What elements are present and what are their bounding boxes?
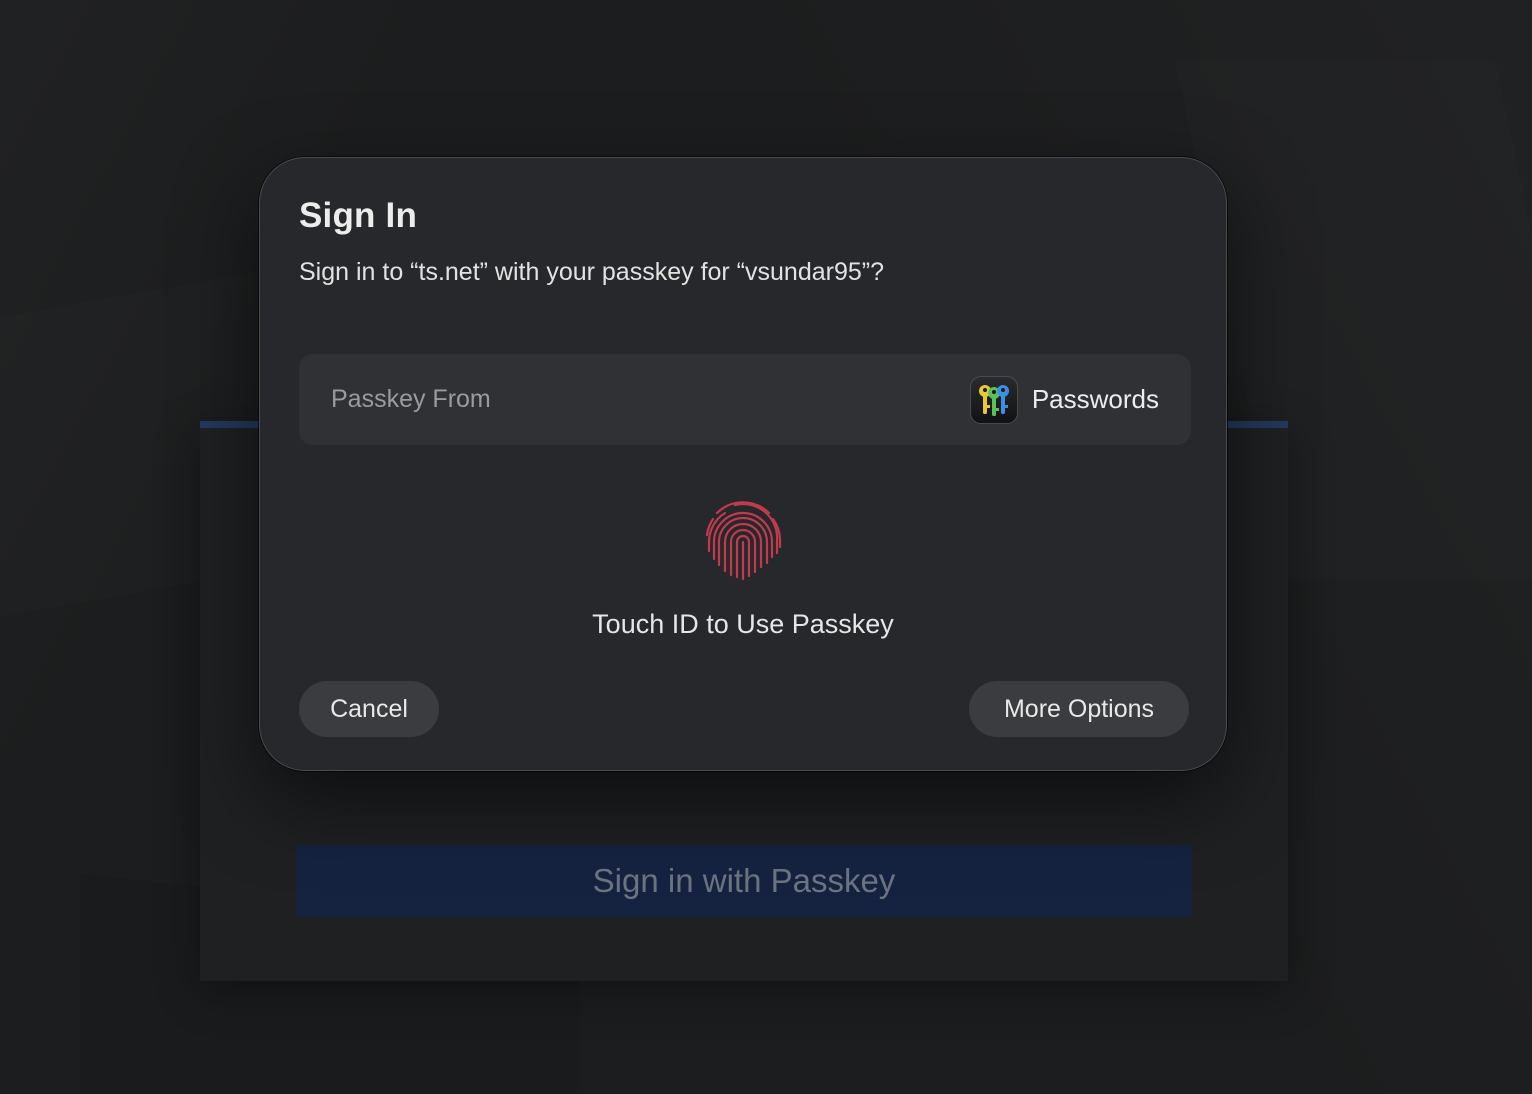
passkey-sign-in-dialog: Sign In Sign in to “ts.net” with your pa… (259, 157, 1227, 771)
passwords-keys-icon (969, 375, 1018, 424)
passkey-source-selector[interactable]: Passkey From Passwords (299, 354, 1191, 445)
more-options-button[interactable]: More Options (969, 681, 1189, 737)
cancel-button[interactable]: Cancel (299, 681, 439, 737)
passkey-source-app-name: Passwords (1031, 384, 1159, 414)
touch-id-label: Touch ID to Use Passkey (592, 609, 894, 639)
dialog-title: Sign In (299, 196, 418, 235)
passkey-source-label: Passkey From (331, 385, 491, 413)
dialog-message: Sign in to “ts.net” with your passkey fo… (299, 258, 884, 286)
sign-in-with-passkey-button[interactable]: Sign in with Passkey (296, 845, 1192, 917)
passkey-source-value: Passwords (969, 375, 1159, 424)
fingerprint-icon (705, 501, 782, 581)
desktop-background: Sign in with Passkey Sign In Sign in to … (0, 0, 1532, 1094)
touch-id-area: Touch ID to Use Passkey (260, 493, 1226, 640)
